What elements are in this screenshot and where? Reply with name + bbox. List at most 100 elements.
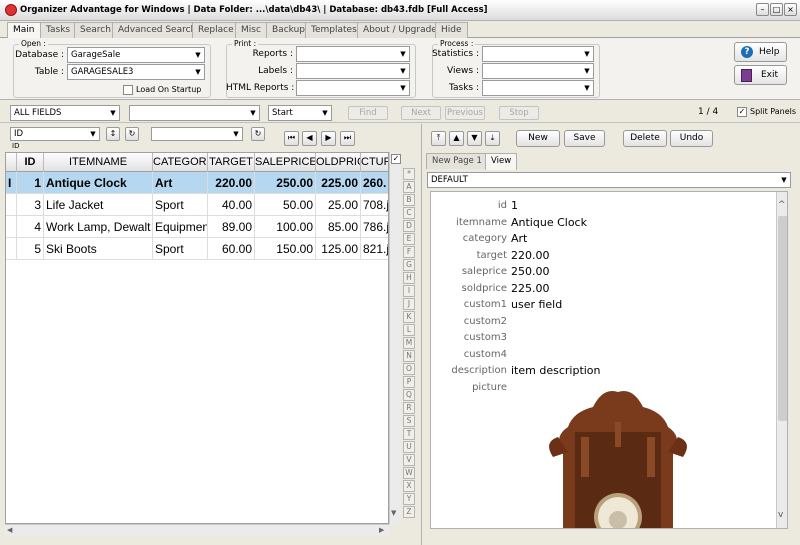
tab-new-page-1[interactable]: New Page 1 (426, 153, 488, 169)
scroll-thumb[interactable] (778, 216, 787, 421)
field-value-custom2[interactable] (511, 315, 761, 329)
col-header-soldprice[interactable]: OLDPRIC (316, 153, 361, 172)
field-value-category[interactable]: Art (511, 232, 761, 246)
cell-saleprice[interactable]: 50.00 (255, 194, 316, 216)
undo-button[interactable]: Undo (670, 130, 713, 147)
column-chooser-icon[interactable]: ✓ (391, 154, 401, 164)
alpha-index-l[interactable]: L (403, 324, 415, 336)
cell-target[interactable]: 60.00 (208, 238, 255, 260)
alpha-index-a[interactable]: A (403, 181, 415, 193)
tab-main[interactable]: Main (7, 22, 41, 39)
refresh-filter-icon[interactable]: ↻ (251, 127, 265, 141)
scroll-down-icon[interactable]: ▼ (391, 509, 396, 517)
prev-record-icon[interactable]: ◀ (302, 131, 317, 146)
alpha-index-o[interactable]: O (403, 363, 415, 375)
table-row[interactable]: I 1 Antique Clock Art 220.00 250.00 225.00 260. (6, 172, 388, 194)
filter-select[interactable]: ▼ (151, 127, 243, 141)
split-panels-checkbox[interactable]: ✓ (737, 107, 747, 117)
chevron-up-icon[interactable]: ^ (778, 200, 786, 210)
move-down-icon[interactable]: ▼ (467, 131, 482, 146)
tab-replace[interactable]: Replace (192, 22, 240, 38)
field-value-custom1[interactable]: user field (511, 298, 761, 312)
move-up-icon[interactable]: ▲ (449, 131, 464, 146)
alpha-index-t[interactable]: T (403, 428, 415, 440)
cell-category[interactable]: Equipment (153, 216, 208, 238)
alpha-index-v[interactable]: V (403, 454, 415, 466)
cell-itemname[interactable]: Life Jacket (44, 194, 153, 216)
html-reports-select[interactable]: ▼ (296, 80, 410, 96)
scroll-left-icon[interactable]: ◀ (7, 526, 12, 534)
exit-button[interactable]: Exit (734, 65, 787, 85)
find-button[interactable]: Find (348, 106, 388, 120)
tasks-select[interactable]: ▼ (482, 80, 594, 96)
chevron-down-icon[interactable]: v (778, 510, 783, 520)
tab-misc[interactable]: Misc (235, 22, 267, 38)
alpha-index-g[interactable]: G (403, 259, 415, 271)
cell-category[interactable]: Sport (153, 238, 208, 260)
view-layout-select[interactable]: DEFAULT ▼ (427, 172, 791, 188)
labels-select[interactable]: ▼ (296, 63, 410, 79)
cell-saleprice[interactable]: 150.00 (255, 238, 316, 260)
reports-select[interactable]: ▼ (296, 46, 410, 62)
field-value-custom3[interactable] (511, 331, 761, 345)
field-value-id[interactable]: 1 (511, 199, 761, 213)
cell-id[interactable]: 4 (17, 216, 44, 238)
alpha-index-n[interactable]: N (403, 350, 415, 362)
alpha-index-r[interactable]: R (403, 402, 415, 414)
field-value-soldprice[interactable]: 225.00 (511, 282, 761, 296)
cell-category[interactable]: Sport (153, 194, 208, 216)
sort-order-button[interactable]: ↕ (106, 127, 120, 141)
col-header-saleprice[interactable]: SALEPRICE (255, 153, 316, 172)
delete-record-button[interactable]: Delete (623, 130, 667, 147)
table-row[interactable]: 3 Life Jacket Sport 40.00 50.00 25.00 708.j (6, 194, 388, 216)
cell-picture[interactable]: 786.j (361, 216, 388, 238)
new-record-button[interactable]: New (516, 130, 560, 147)
search-mode-select[interactable]: Start ▼ (268, 105, 332, 121)
tab-templates[interactable]: Templates (305, 22, 363, 38)
tab-view[interactable]: View (485, 153, 518, 170)
col-header-id[interactable]: ID (17, 153, 44, 172)
cell-category[interactable]: Art (153, 172, 208, 194)
search-value-input[interactable]: ▼ (129, 105, 260, 121)
load-on-startup-checkbox[interactable] (123, 85, 133, 95)
col-header-itemname[interactable]: ITEMNAME (44, 153, 153, 172)
maximize-icon[interactable]: □ (770, 3, 783, 16)
field-value-saleprice[interactable]: 250.00 (511, 265, 761, 279)
next-record-icon[interactable]: ▶ (321, 131, 336, 146)
alpha-index-e[interactable]: E (403, 233, 415, 245)
cell-id[interactable]: 1 (17, 172, 44, 194)
first-record-icon[interactable]: ⏮ (284, 131, 299, 146)
alpha-index-z[interactable]: Z (403, 506, 415, 518)
sort-field-select[interactable]: ID ▼ (10, 127, 100, 141)
cell-itemname[interactable]: Antique Clock (44, 172, 153, 194)
cell-id[interactable]: 3 (17, 194, 44, 216)
col-header-category[interactable]: CATEGORY (153, 153, 208, 172)
alpha-index-c[interactable]: C (403, 207, 415, 219)
refresh-icon[interactable]: ↻ (125, 127, 139, 141)
views-select[interactable]: ▼ (482, 63, 594, 79)
alpha-index-h[interactable]: H (403, 272, 415, 284)
stop-button[interactable]: Stop (499, 106, 539, 120)
grid-vertical-scrollbar[interactable]: ✓ ▼ (389, 152, 401, 524)
cell-soldprice[interactable]: 125.00 (316, 238, 361, 260)
cell-picture[interactable]: 821.j (361, 238, 388, 260)
alpha-index-b[interactable]: B (403, 194, 415, 206)
alpha-index-q[interactable]: Q (403, 389, 415, 401)
alpha-index-p[interactable]: P (403, 376, 415, 388)
cell-target[interactable]: 220.00 (208, 172, 255, 194)
tab-search[interactable]: Search (74, 22, 117, 38)
scroll-right-icon[interactable]: ▶ (379, 526, 384, 534)
alpha-index-w[interactable]: W (403, 467, 415, 479)
cell-id[interactable]: 5 (17, 238, 44, 260)
cell-itemname[interactable]: Ski Boots (44, 238, 153, 260)
alpha-index-x[interactable]: X (403, 480, 415, 492)
move-top-icon[interactable]: ⤒ (431, 131, 446, 146)
alpha-index-u[interactable]: U (403, 441, 415, 453)
statistics-select[interactable]: ▼ (482, 46, 594, 62)
alpha-index-j[interactable]: J (403, 298, 415, 310)
tab-hide[interactable]: Hide (435, 22, 468, 38)
alpha-index-m[interactable]: M (403, 337, 415, 349)
tab-about-upgrade[interactable]: About / Upgrade (357, 22, 443, 38)
cell-soldprice[interactable]: 25.00 (316, 194, 361, 216)
alpha-index-all[interactable]: * (403, 168, 415, 180)
